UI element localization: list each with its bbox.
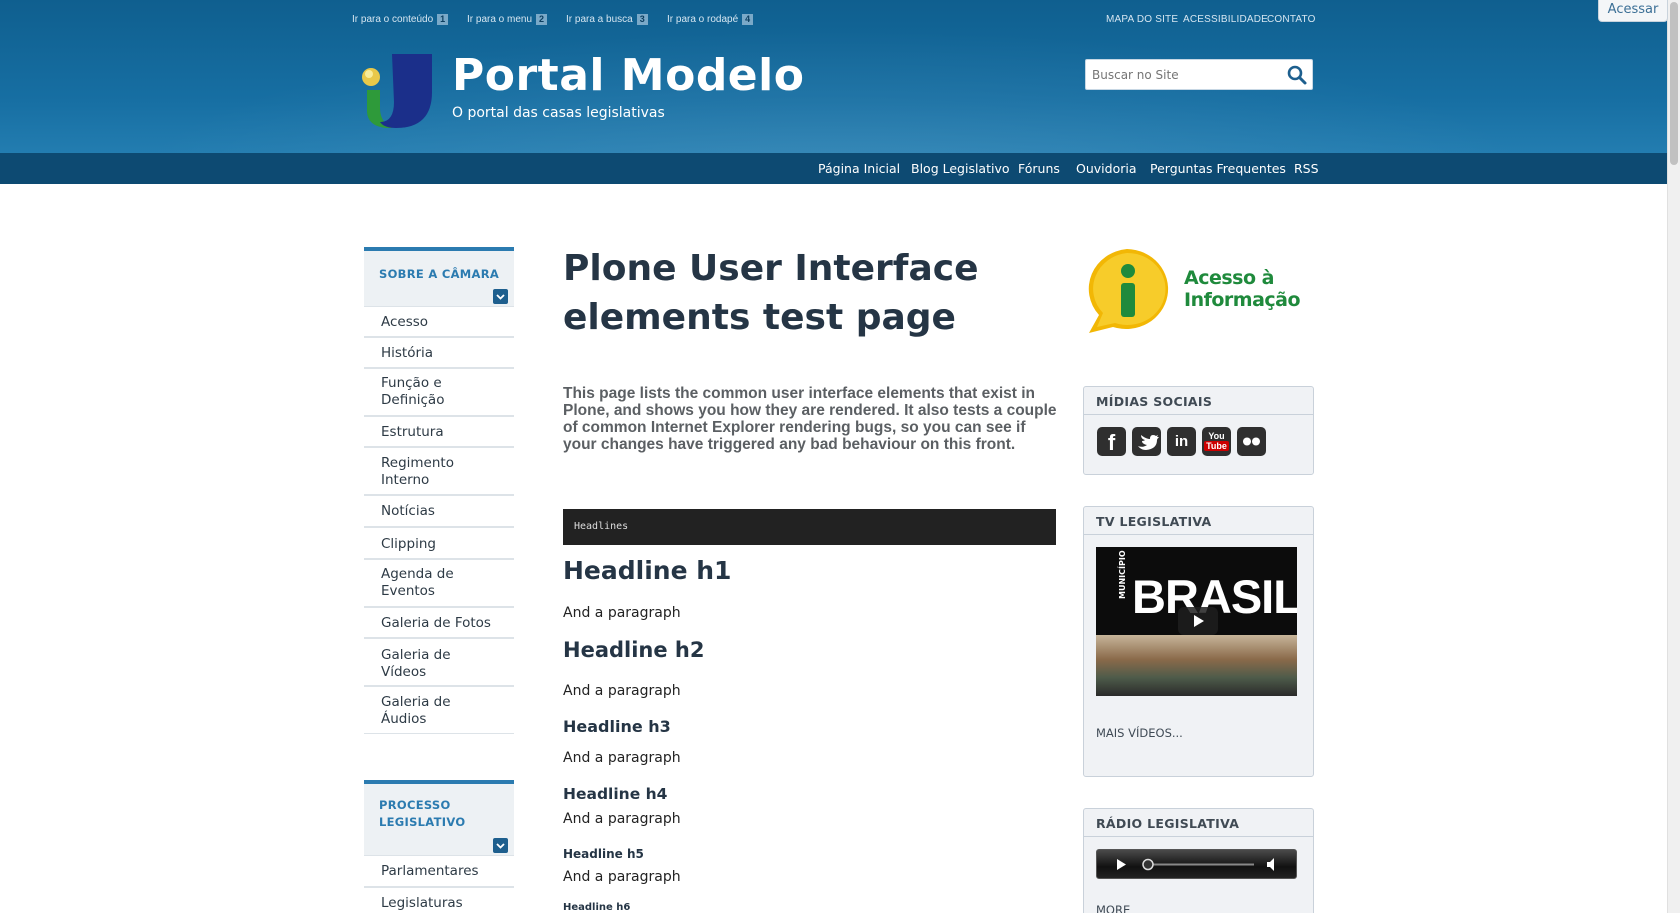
linkedin-icon[interactable]: in — [1167, 427, 1196, 456]
access-information-banner[interactable]: Acesso à Informação — [1083, 247, 1301, 335]
info-icon — [1088, 249, 1169, 333]
chevron-down-icon[interactable] — [493, 838, 508, 853]
sidebar-item-agenda[interactable]: Agenda de Eventos — [364, 559, 514, 607]
headline-h6: Headline h6 — [563, 902, 631, 913]
audio-player[interactable] — [1096, 849, 1297, 879]
page-title: Plone User Interface elements test page — [563, 248, 979, 338]
portlet-radio-legislativa: RÁDIO LEGISLATIVA MORE — [1083, 808, 1314, 913]
skip-link-menu[interactable]: Ir para o menu 2 — [467, 14, 548, 25]
sidebar-item-funcao[interactable]: Função e Definição — [364, 368, 514, 416]
sidebar-item-regimento[interactable]: Regimento Interno — [364, 447, 514, 495]
headline-h5: Headline h5 — [563, 847, 644, 861]
banner-line1: Acesso à — [1184, 267, 1274, 289]
sidebar-item-audios[interactable]: Galeria de Áudios — [364, 686, 514, 734]
portal-logo-icon[interactable] — [360, 52, 432, 128]
sidebar-item-acesso[interactable]: Acesso — [364, 306, 514, 337]
video-thumbnail[interactable]: MUNICÍPIO BRASIL — [1096, 547, 1297, 696]
skip-link-search[interactable]: Ir para a busca 3 — [566, 14, 648, 25]
more-audio-link[interactable]: MORE — [1096, 903, 1130, 913]
search-input[interactable] — [1092, 66, 1272, 84]
portlet-title: PROCESSO LEGISLATIVO — [379, 798, 466, 829]
sidebar-item-clipping[interactable]: Clipping — [364, 527, 514, 559]
sidebar-item-noticias[interactable]: Notícias — [364, 495, 514, 527]
banner-line2: Informação — [1184, 289, 1301, 311]
video-side-label: MUNICÍPIO — [1118, 550, 1127, 599]
play-icon — [1117, 859, 1126, 870]
portlet-title: MÍDIAS SOCIAIS — [1096, 394, 1213, 409]
portlet-title: TV LEGISLATIVA — [1096, 514, 1212, 529]
login-button[interactable]: Acessar — [1598, 0, 1668, 22]
portlet-title: RÁDIO LEGISLATIVA — [1096, 816, 1240, 831]
sidebar-item-estrutura[interactable]: Estrutura — [364, 416, 514, 447]
paragraph: And a paragraph — [563, 811, 681, 827]
headline-h4: Headline h4 — [563, 785, 668, 803]
nav-ombudsman[interactable]: Ouvidoria — [1076, 161, 1137, 176]
portlet-title: SOBRE A CÂMARA — [379, 267, 500, 281]
paragraph: And a paragraph — [563, 869, 681, 885]
portlet-tv-legislativa: TV LEGISLATIVA MUNICÍPIO BRASIL MAIS VÍD… — [1083, 506, 1314, 777]
nav-forums[interactable]: Fóruns — [1018, 161, 1060, 176]
page-description: This page lists the common user interfac… — [563, 385, 1057, 453]
site-subtitle: O portal das casas legislativas — [452, 105, 665, 121]
sidebar-item-parlamentares[interactable]: Parlamentares — [364, 855, 514, 887]
headline-h1: Headline h1 — [563, 556, 732, 585]
nav-rss[interactable]: RSS — [1294, 161, 1319, 176]
sidebar-item-legislaturas[interactable]: Legislaturas — [364, 887, 514, 913]
more-videos-link[interactable]: MAIS VÍDEOS... — [1096, 726, 1183, 740]
code-block: Headlines — [563, 509, 1056, 545]
skip-link-footer[interactable]: Ir para o rodapé 4 — [667, 14, 754, 25]
sidebar-item-videos[interactable]: Galeria de Vídeos — [364, 638, 514, 686]
youtube-icon[interactable]: You Tube — [1202, 427, 1231, 456]
paragraph: And a paragraph — [563, 750, 681, 766]
portlet-header-processo: PROCESSO LEGISLATIVO — [364, 780, 514, 855]
sitemap-link[interactable]: MAPA DO SITE — [1106, 14, 1178, 25]
headline-h3: Headline h3 — [563, 717, 671, 736]
nav-home[interactable]: Página Inicial — [818, 161, 900, 176]
flickr-icon[interactable] — [1237, 427, 1266, 456]
chevron-down-icon[interactable] — [493, 289, 508, 304]
sidebar-item-historia[interactable]: História — [364, 337, 514, 368]
vertical-scrollbar[interactable] — [1667, 0, 1680, 913]
facebook-icon[interactable]: f — [1097, 427, 1126, 456]
scrollbar-thumb[interactable] — [1670, 2, 1678, 165]
portlet-social-media: MÍDIAS SOCIAIS f in You Tube — [1083, 386, 1314, 475]
search-icon[interactable] — [1286, 64, 1308, 86]
nav-blog[interactable]: Blog Legislativo — [911, 161, 1010, 176]
accessibility-link[interactable]: ACESSIBILIDADE — [1183, 14, 1268, 25]
portlet-header-sobre: SOBRE A CÂMARA — [364, 247, 514, 306]
play-icon[interactable] — [1178, 607, 1218, 635]
contact-link[interactable]: CONTATO — [1267, 14, 1316, 25]
sidebar-item-fotos[interactable]: Galeria de Fotos — [364, 607, 514, 638]
headline-h2: Headline h2 — [563, 638, 705, 662]
search-box — [1085, 59, 1313, 90]
volume-icon — [1267, 858, 1274, 871]
twitter-icon[interactable] — [1132, 427, 1161, 456]
paragraph: And a paragraph — [563, 683, 681, 699]
site-title[interactable]: Portal Modelo — [452, 50, 804, 101]
paragraph: And a paragraph — [563, 605, 681, 621]
skip-link-content[interactable]: Ir para o conteúdo 1 — [352, 14, 449, 25]
nav-faq[interactable]: Perguntas Frequentes — [1150, 161, 1286, 176]
